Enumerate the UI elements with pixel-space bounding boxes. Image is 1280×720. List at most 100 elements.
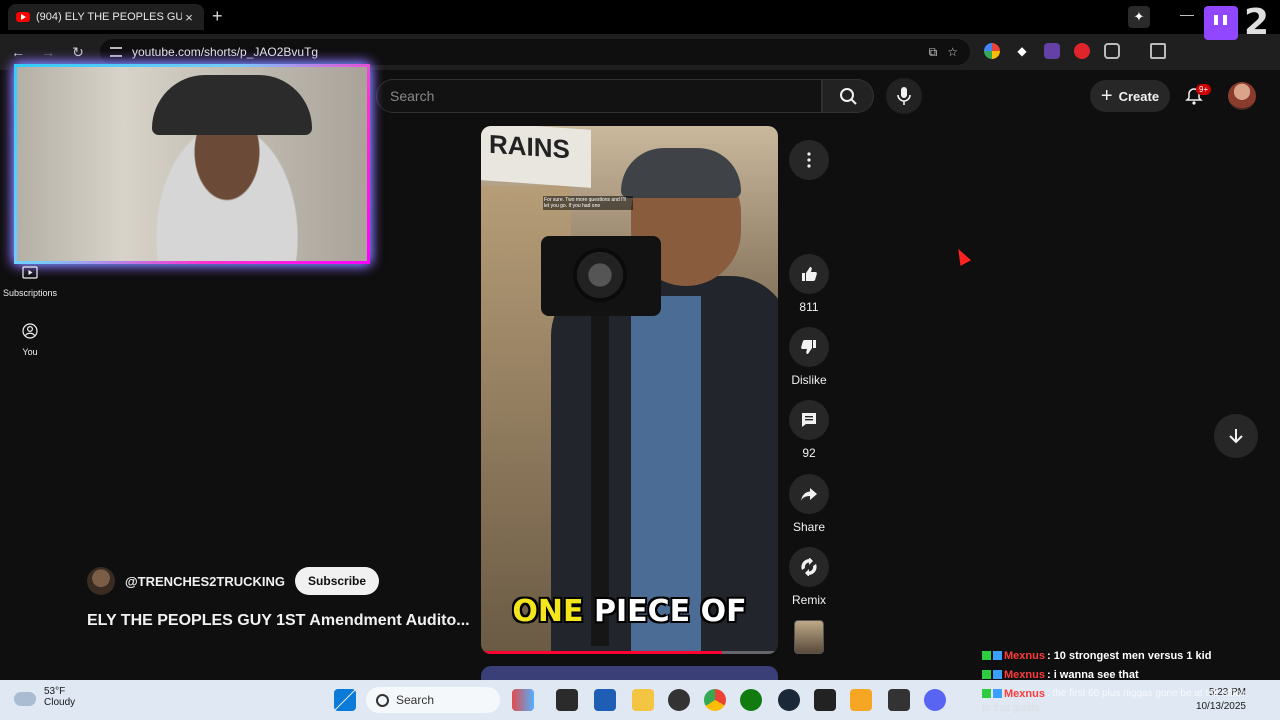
chat-badge-icon	[993, 651, 1002, 660]
twitch-extension-icon[interactable]	[1044, 43, 1060, 59]
create-label: Create	[1118, 88, 1160, 104]
plus-icon: +	[1100, 85, 1113, 107]
rockstar-icon[interactable]	[850, 689, 872, 711]
chat-badge-icon	[982, 670, 991, 679]
more-options-button[interactable]	[789, 140, 829, 180]
chat-badge-icon	[982, 689, 991, 698]
shorts-video-player[interactable]: RAINS For sure. Two more questions and I…	[481, 126, 778, 654]
extension-color-icon[interactable]	[984, 43, 1000, 59]
audio-source-thumbnail[interactable]	[794, 620, 824, 654]
chat-username: Mexnus	[1004, 668, 1045, 681]
chat-message: Mexnus : i wanna see that	[982, 665, 1280, 684]
windows-start-icon[interactable]	[334, 689, 356, 711]
more-vertical-icon	[807, 152, 811, 168]
mouse-cursor-icon	[952, 246, 972, 266]
share-label: Share	[792, 520, 826, 534]
browser-tab-strip: (904) ELY THE PEOPLES GUY 1S × + ✦ —	[0, 0, 1280, 34]
file-explorer-icon[interactable]	[632, 689, 654, 711]
share-icon	[801, 488, 817, 501]
bookmark-star-icon[interactable]: ☆	[947, 45, 958, 60]
chat-message: Mexnus : 10 strongest men versus 1 kid	[982, 646, 1280, 665]
gemini-icon[interactable]: ✦	[1128, 6, 1150, 28]
address-bar[interactable]: youtube.com/shorts/p_JAO2BvuTg ⧉ ☆	[100, 39, 970, 65]
extensions-puzzle-icon[interactable]	[1104, 43, 1120, 59]
twitch-overlay: 2	[1200, 2, 1280, 44]
sidebar-item-label: Subscriptions	[2, 288, 58, 298]
account-avatar[interactable]	[1228, 82, 1256, 110]
tab-close-button[interactable]: ×	[182, 10, 196, 25]
chat-overflow-text: to that gorilla	[982, 703, 1040, 714]
you-icon	[22, 323, 38, 339]
app-icon-dark[interactable]	[668, 689, 690, 711]
subscriptions-icon	[22, 266, 38, 279]
chat-badge-icon	[993, 670, 1002, 679]
sidebar-item-you[interactable]: You	[0, 323, 60, 357]
tab-title: (904) ELY THE PEOPLES GUY 1S	[36, 11, 182, 23]
cast-icon[interactable]	[1150, 43, 1166, 59]
voice-search-button[interactable]	[886, 78, 922, 114]
youtube-search-input[interactable]: Search	[376, 79, 822, 113]
site-info-icon[interactable]	[110, 47, 122, 57]
streamer-webcam-overlay	[14, 64, 370, 264]
new-tab-button[interactable]: +	[212, 6, 223, 27]
extension-diamond-icon[interactable]: ◆	[1014, 43, 1030, 59]
url-text: youtube.com/shorts/p_JAO2BvuTg	[132, 45, 319, 59]
channel-avatar[interactable]	[87, 567, 115, 595]
weather-widget[interactable]: 53°F Cloudy	[14, 686, 75, 708]
weather-condition: Cloudy	[44, 697, 76, 708]
chat-text: : 10 strongest men versus 1 kid	[1046, 649, 1212, 662]
chrome-icon[interactable]	[704, 689, 726, 711]
create-button[interactable]: + Create	[1090, 80, 1170, 112]
video-person-cap	[621, 148, 741, 198]
thumbs-down-icon	[801, 340, 816, 354]
share-button[interactable]: Share	[786, 474, 832, 534]
dislike-button[interactable]: Dislike	[786, 327, 832, 387]
taskbar-search[interactable]: Search	[366, 687, 500, 713]
extension-red-icon[interactable]	[1074, 43, 1090, 59]
comments-button[interactable]: 92	[786, 400, 832, 460]
browser-tab[interactable]: (904) ELY THE PEOPLES GUY 1S ×	[8, 4, 204, 30]
video-title[interactable]: ELY THE PEOPLES GUY 1ST Amendment Audito…	[87, 612, 470, 630]
back-button[interactable]: ←	[8, 42, 28, 62]
sidebar-item-subscriptions[interactable]: Subscriptions	[0, 264, 60, 298]
weather-temperature: 53°F	[44, 686, 66, 697]
next-short-button[interactable]	[1214, 414, 1258, 458]
xbox-icon[interactable]	[740, 689, 762, 711]
video-caption-rest: PIECE OF	[583, 594, 747, 629]
install-icon[interactable]: ⧉	[929, 45, 938, 60]
twitch-logo-icon	[1204, 6, 1238, 40]
video-progress-bar[interactable]	[481, 651, 778, 654]
video-caption: ONE PIECE OF	[481, 594, 778, 629]
store-icon[interactable]	[594, 689, 616, 711]
remix-icon	[801, 558, 817, 576]
minimize-button[interactable]: —	[1180, 6, 1194, 22]
7zip-icon[interactable]	[888, 689, 910, 711]
video-store-sign: RAINS	[481, 126, 591, 188]
channel-handle[interactable]: @TRENCHES2TRUCKING	[125, 574, 285, 589]
remix-label: Remix	[791, 593, 826, 607]
discord-icon[interactable]	[924, 689, 946, 711]
chat-username: Mexnus	[1004, 649, 1045, 662]
like-button[interactable]: 811	[786, 254, 832, 314]
comment-icon	[802, 413, 816, 427]
app-icon-black[interactable]	[814, 689, 836, 711]
webcam-cap	[152, 75, 312, 135]
copilot-icon[interactable]	[512, 689, 534, 711]
thumbs-up-icon	[802, 267, 817, 281]
steam-icon[interactable]	[778, 689, 800, 711]
chat-text: : the first 60 plus niggas gone be at th…	[1046, 688, 1246, 699]
search-button[interactable]	[822, 79, 874, 113]
arrow-down-icon	[1229, 429, 1243, 444]
chat-text: : i wanna see that	[1046, 668, 1139, 681]
reload-button[interactable]: ↻	[68, 42, 88, 62]
forward-button[interactable]: →	[38, 42, 58, 62]
notification-count-badge: 9+	[1196, 84, 1212, 95]
remix-button[interactable]: Remix	[786, 547, 832, 607]
like-count: 811	[799, 300, 819, 314]
subscribe-button[interactable]: Subscribe	[295, 567, 380, 595]
cloud-icon	[14, 692, 36, 706]
twitch-overlay-number: 2	[1244, 2, 1270, 43]
video-overlay-text: For sure. Two more questions and I'll le…	[543, 196, 633, 210]
task-view-icon[interactable]	[556, 689, 578, 711]
stream-chat-overlay: Mexnus : 10 strongest men versus 1 kid M…	[982, 646, 1280, 714]
